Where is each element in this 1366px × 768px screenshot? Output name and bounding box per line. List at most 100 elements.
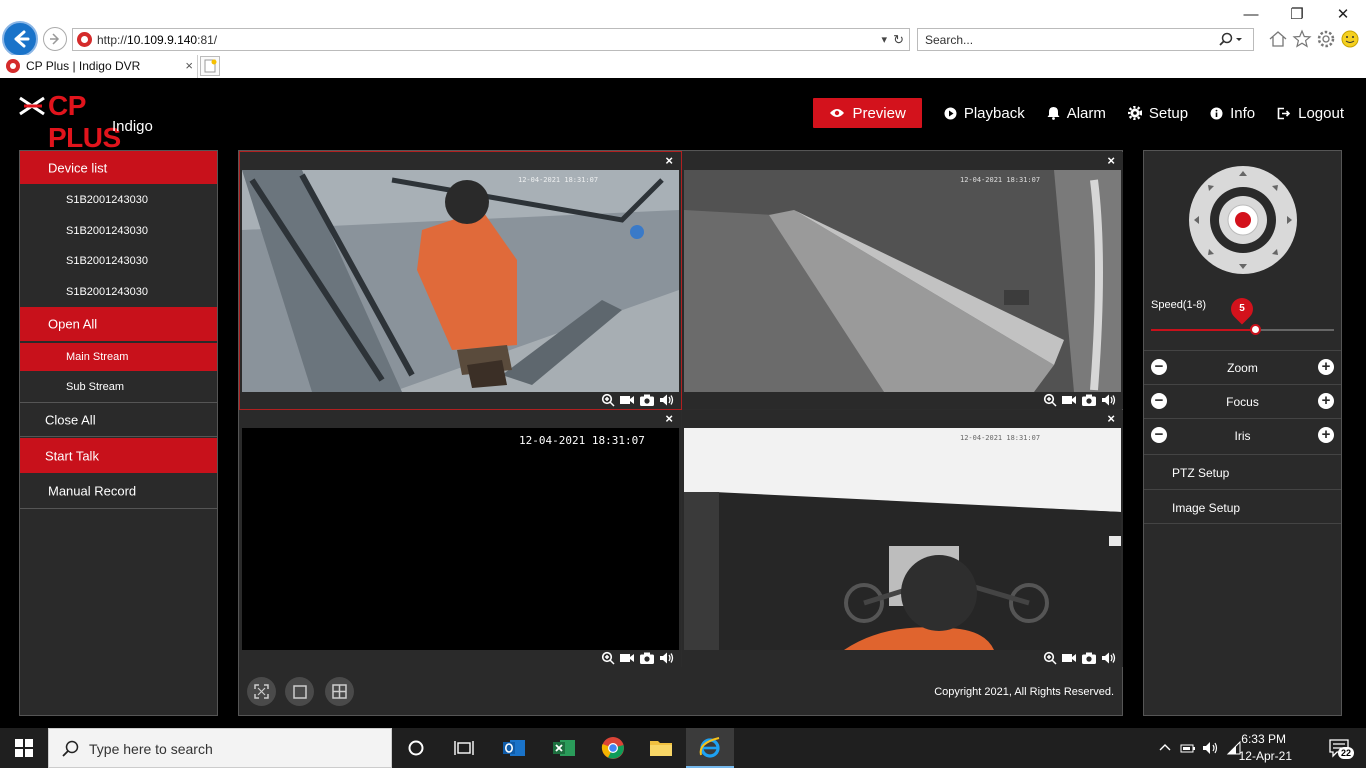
- ptz-setup-link[interactable]: PTZ Setup: [1144, 454, 1341, 489]
- nav-alarm[interactable]: Alarm: [1047, 98, 1106, 128]
- close-camera-icon[interactable]: ×: [665, 153, 673, 168]
- audio-speaker-icon[interactable]: [1101, 651, 1117, 665]
- restore-icon[interactable]: ❐: [1274, 0, 1320, 28]
- camera-feed-1[interactable]: 12-04-2021 18:31:07: [242, 170, 679, 392]
- audio-speaker-icon[interactable]: [1101, 393, 1117, 407]
- browser-tab[interactable]: CP Plus | Indigo DVR ×: [0, 55, 198, 78]
- file-explorer-app[interactable]: [637, 728, 685, 768]
- open-all-button[interactable]: Open All: [20, 307, 217, 341]
- favorites-star-icon[interactable]: [1291, 28, 1313, 50]
- record-camera-icon[interactable]: [619, 393, 635, 407]
- search-icon: [62, 740, 79, 757]
- home-icon[interactable]: [1267, 28, 1289, 50]
- zoom-in-button[interactable]: +: [1318, 359, 1334, 375]
- browser-search-input[interactable]: Search...: [917, 28, 1254, 51]
- address-url[interactable]: http://10.109.9.140:81/: [97, 33, 217, 47]
- nav-info[interactable]: Info: [1210, 98, 1255, 128]
- video-grid: × 12-04-2021 18:31:07 × 12-04-2021 18:31…: [238, 150, 1123, 716]
- address-bar[interactable]: http://10.109.9.140:81/ ▾ ↻: [72, 28, 910, 51]
- iris-plus-button[interactable]: +: [1318, 427, 1334, 443]
- internet-explorer-app[interactable]: [686, 728, 734, 768]
- main-stream-option[interactable]: Main Stream: [20, 343, 217, 371]
- device-item[interactable]: S1B2001243030: [20, 246, 217, 276]
- device-item[interactable]: S1B2001243030: [20, 215, 217, 246]
- nav-setup[interactable]: Setup: [1127, 98, 1188, 128]
- minimize-icon[interactable]: —: [1228, 0, 1274, 28]
- search-icon[interactable]: [1217, 31, 1243, 49]
- settings-gear-icon[interactable]: [1315, 28, 1337, 50]
- ptz-direction-wheel[interactable]: [1188, 165, 1298, 275]
- focus-plus-button[interactable]: +: [1318, 393, 1334, 409]
- excel-icon: [553, 740, 575, 756]
- close-camera-icon[interactable]: ×: [665, 411, 673, 426]
- nav-logout[interactable]: Logout: [1277, 98, 1344, 128]
- quad-layout-button[interactable]: [325, 677, 354, 706]
- speaker-volume-icon[interactable]: [1202, 740, 1220, 756]
- nav-preview[interactable]: Preview: [813, 98, 922, 128]
- forward-button[interactable]: [43, 27, 67, 51]
- smiley-feedback-icon[interactable]: [1339, 28, 1361, 50]
- chrome-app[interactable]: [589, 728, 637, 768]
- close-window-icon[interactable]: ✕: [1320, 0, 1366, 28]
- audio-speaker-icon[interactable]: [659, 393, 675, 407]
- iris-minus-button[interactable]: −: [1151, 427, 1167, 443]
- image-setup-link[interactable]: Image Setup: [1144, 489, 1341, 524]
- snapshot-camera-icon[interactable]: [639, 651, 655, 665]
- speed-slider[interactable]: [1151, 324, 1334, 335]
- focus-minus-button[interactable]: −: [1151, 393, 1167, 409]
- snapshot-camera-icon[interactable]: [1081, 651, 1097, 665]
- zoom-in-icon[interactable]: [1043, 651, 1057, 665]
- start-talk-button[interactable]: Start Talk: [20, 438, 217, 473]
- device-list-header[interactable]: Device list: [20, 151, 217, 184]
- new-tab-button[interactable]: [200, 56, 220, 76]
- top-navigation: Preview Playback Alarm Setup Info Logout: [813, 98, 1344, 128]
- clock-date[interactable]: 12-Apr-21: [1226, 749, 1292, 763]
- camera-feed-2[interactable]: 12-04-2021 18:31:07: [684, 170, 1121, 392]
- address-dropdown-icon[interactable]: ▾: [881, 33, 887, 46]
- camera-view-1[interactable]: × 12-04-2021 18:31:07: [239, 151, 682, 410]
- clock-time[interactable]: 6:33 PM: [1226, 732, 1286, 746]
- device-item[interactable]: S1B2001243030: [20, 184, 217, 215]
- close-camera-icon[interactable]: ×: [1107, 411, 1115, 426]
- zoom-in-icon[interactable]: [1043, 393, 1057, 407]
- device-item[interactable]: S1B2001243030: [20, 276, 217, 307]
- zoom-in-icon[interactable]: [601, 393, 615, 407]
- outlook-app[interactable]: [490, 728, 538, 768]
- manual-record-button[interactable]: Manual Record: [20, 473, 217, 509]
- back-button[interactable]: [2, 21, 38, 57]
- tab-close-icon[interactable]: ×: [185, 58, 193, 73]
- record-camera-icon[interactable]: [619, 651, 635, 665]
- close-camera-icon[interactable]: ×: [1107, 153, 1115, 168]
- single-layout-button[interactable]: [285, 677, 314, 706]
- browser-chrome: — ❐ ✕ http://10.109.9.140:81/ ▾ ↻ Search…: [0, 0, 1366, 78]
- camera-view-2[interactable]: × 12-04-2021 18:31:07: [682, 152, 1123, 409]
- refresh-icon[interactable]: ↻: [893, 32, 904, 48]
- close-all-button[interactable]: Close All: [20, 403, 217, 437]
- notification-center[interactable]: 22: [1329, 738, 1354, 759]
- atm-machine-closeup-image: [684, 170, 1121, 392]
- snapshot-camera-icon[interactable]: [1081, 393, 1097, 407]
- taskbar-search-box[interactable]: Type here to search: [48, 728, 392, 768]
- snapshot-camera-icon[interactable]: [639, 393, 655, 407]
- camera-view-4[interactable]: × 12-04-2021 18:31:07: [682, 410, 1123, 667]
- camera-feed-3[interactable]: 12-04-2021 18:31:07: [242, 428, 679, 650]
- windows-logo-icon: [15, 739, 33, 757]
- start-button[interactable]: [0, 728, 48, 768]
- zoom-in-icon[interactable]: [601, 651, 615, 665]
- single-view-icon: [292, 684, 307, 699]
- record-camera-icon[interactable]: [1061, 393, 1077, 407]
- speed-slider-handle[interactable]: [1250, 324, 1261, 335]
- camera-feed-4[interactable]: 12-04-2021 18:31:07: [684, 428, 1121, 650]
- cortana-button[interactable]: [392, 728, 440, 768]
- sub-stream-option[interactable]: Sub Stream: [20, 371, 217, 403]
- audio-speaker-icon[interactable]: [659, 651, 675, 665]
- zoom-out-button[interactable]: −: [1151, 359, 1167, 375]
- chevron-up-icon[interactable]: [1158, 741, 1172, 755]
- fullscreen-button[interactable]: [247, 677, 276, 706]
- record-camera-icon[interactable]: [1061, 651, 1077, 665]
- excel-app[interactable]: [540, 728, 588, 768]
- camera-view-3[interactable]: × 12-04-2021 18:31:07: [240, 410, 681, 667]
- battery-plug-icon[interactable]: [1180, 740, 1196, 756]
- nav-playback[interactable]: Playback: [944, 98, 1025, 128]
- task-view-button[interactable]: [440, 728, 488, 768]
